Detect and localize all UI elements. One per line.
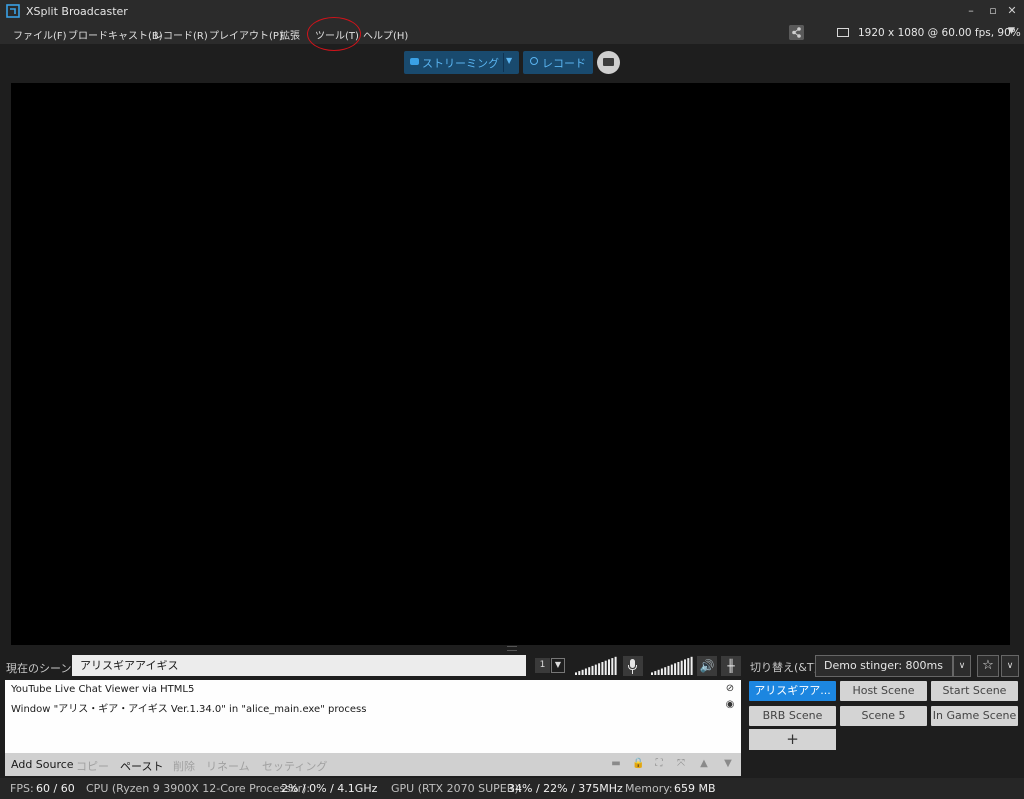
current-scene-label: 現在のシーン	[6, 662, 72, 675]
meter-bar	[581, 669, 584, 675]
speaker-level-meter	[651, 656, 693, 675]
monitor-icon	[837, 28, 849, 37]
transition-label: 切り替え(&T)	[750, 661, 818, 674]
cpu-value: 2% / 0% / 4.1GHz	[281, 782, 378, 795]
record-label: レコード	[542, 57, 586, 70]
layout-number[interactable]: 1	[535, 658, 550, 673]
mic-level-meter	[575, 656, 617, 675]
meter-bar	[677, 662, 680, 675]
title-bar	[0, 0, 1024, 24]
meter-bar	[608, 659, 610, 675]
close-button[interactable]: ✕	[1004, 3, 1020, 19]
meter-bar	[667, 665, 670, 675]
scene-button[interactable]: Host Scene	[840, 681, 927, 701]
rename-button[interactable]: リネーム	[206, 758, 250, 774]
microphone-base	[632, 670, 633, 674]
source-action-bar	[5, 753, 741, 776]
highlight-circle	[307, 17, 361, 51]
menu-help[interactable]: ヘルプ(H)	[363, 27, 408, 42]
source-item[interactable]: Window "アリス・ギア・アイギス Ver.1.34.0" in "alic…	[11, 700, 366, 715]
preview-canvas[interactable]	[11, 83, 1010, 645]
meter-bar	[584, 668, 587, 675]
gpu-value: 34% / 22% / 375MHz	[508, 782, 623, 795]
youtube-icon	[410, 58, 419, 65]
lock-icon[interactable]: 🔒	[632, 758, 644, 770]
mixer-icon[interactable]: ╫	[721, 656, 741, 676]
move-up-icon[interactable]: ▲	[698, 758, 710, 770]
meter-bar	[690, 656, 693, 675]
chevron-down-icon[interactable]: ∨	[1001, 655, 1019, 677]
meter-bar	[614, 656, 617, 675]
scene-button[interactable]: In Game Scene	[931, 706, 1018, 726]
resolution-display[interactable]: 1920 x 1080 @ 60.00 fps, 90%	[858, 27, 1021, 39]
meter-bar	[657, 669, 660, 675]
menu-file[interactable]: ファイル(F)	[13, 27, 67, 42]
meter-bar	[575, 672, 577, 675]
menu-broadcast[interactable]: ブロードキャスト(B)	[68, 27, 163, 42]
meter-bar	[664, 667, 667, 675]
fit-icon[interactable]: ⛶	[653, 758, 665, 770]
meter-bar	[611, 658, 614, 675]
maximize-button[interactable]: ▫	[985, 3, 1001, 19]
meter-bar	[601, 662, 604, 675]
meter-bar	[674, 663, 677, 675]
folder-icon[interactable]: ▬	[610, 758, 622, 770]
meter-bar	[598, 663, 601, 675]
scene-button[interactable]: Start Scene	[931, 681, 1018, 701]
camera-icon	[603, 58, 614, 66]
scene-button[interactable]: BRB Scene	[749, 706, 836, 726]
settings-button[interactable]: セッティング	[262, 758, 327, 774]
menu-playout[interactable]: プレイアウト(P)	[209, 27, 283, 42]
star-icon[interactable]: ☆	[977, 655, 999, 677]
meter-bar	[680, 660, 683, 675]
eye-icon[interactable]: ◉	[724, 700, 736, 710]
memory-value: 659 MB	[674, 782, 716, 795]
chevron-down-icon[interactable]: ∨	[953, 655, 971, 677]
add-scene-button[interactable]: +	[749, 729, 836, 750]
menu-extensions[interactable]: 拡張	[280, 27, 300, 42]
meter-bar	[651, 672, 653, 675]
copy-button[interactable]: コピー	[76, 758, 109, 774]
delete-button[interactable]: 削除	[173, 758, 195, 774]
gpu-label: GPU (RTX 2070 SUPER):	[391, 782, 523, 795]
meter-bar	[594, 664, 597, 675]
menu-record[interactable]: レコード(R)	[153, 27, 208, 42]
meter-bar	[660, 668, 663, 675]
xsplit-logo-icon	[6, 4, 20, 18]
fullscreen-icon[interactable]: ⤧	[675, 758, 687, 770]
share-icon[interactable]	[789, 25, 804, 40]
meter-bar	[670, 664, 673, 675]
meter-bar	[578, 671, 581, 675]
scene-name-field[interactable]: アリスギアアイギス	[72, 655, 526, 676]
source-item[interactable]: YouTube Live Chat Viewer via HTML5	[11, 684, 194, 695]
meter-bar	[687, 658, 690, 675]
streaming-label: ストリーミング	[422, 57, 499, 70]
record-icon	[530, 57, 538, 65]
cpu-label: CPU (Ryzen 9 3900X 12-Core Processor):	[86, 782, 311, 795]
transition-select[interactable]: Demo stinger: 800ms	[815, 655, 953, 677]
scene-button[interactable]: Scene 5	[840, 706, 927, 726]
meter-bar	[588, 667, 591, 675]
chevron-down-icon[interactable]: ▼	[551, 658, 565, 673]
chevron-down-icon[interactable]: ▼	[1008, 26, 1015, 36]
meter-bar	[591, 665, 594, 675]
window-title: XSplit Broadcaster	[26, 5, 128, 18]
memory-label: Memory:	[625, 782, 673, 795]
fps-label: FPS:	[10, 782, 34, 795]
divider	[503, 53, 504, 72]
scene-button[interactable]: アリスギアア...	[749, 681, 836, 701]
paste-button[interactable]: ペースト	[120, 758, 163, 774]
move-down-icon[interactable]: ▼	[722, 758, 734, 770]
speaker-icon[interactable]: 🔊	[697, 656, 717, 676]
eye-hidden-icon[interactable]: ⊘	[724, 684, 736, 694]
chevron-down-icon[interactable]: ▼	[506, 56, 512, 65]
fps-value: 60 / 60	[36, 782, 75, 795]
minimize-button[interactable]: –	[963, 3, 979, 19]
add-source-button[interactable]: Add Source	[11, 758, 74, 771]
meter-bar	[684, 659, 686, 675]
meter-bar	[604, 660, 607, 675]
meter-bar	[654, 671, 657, 675]
splitter-handle[interactable]	[507, 646, 517, 651]
